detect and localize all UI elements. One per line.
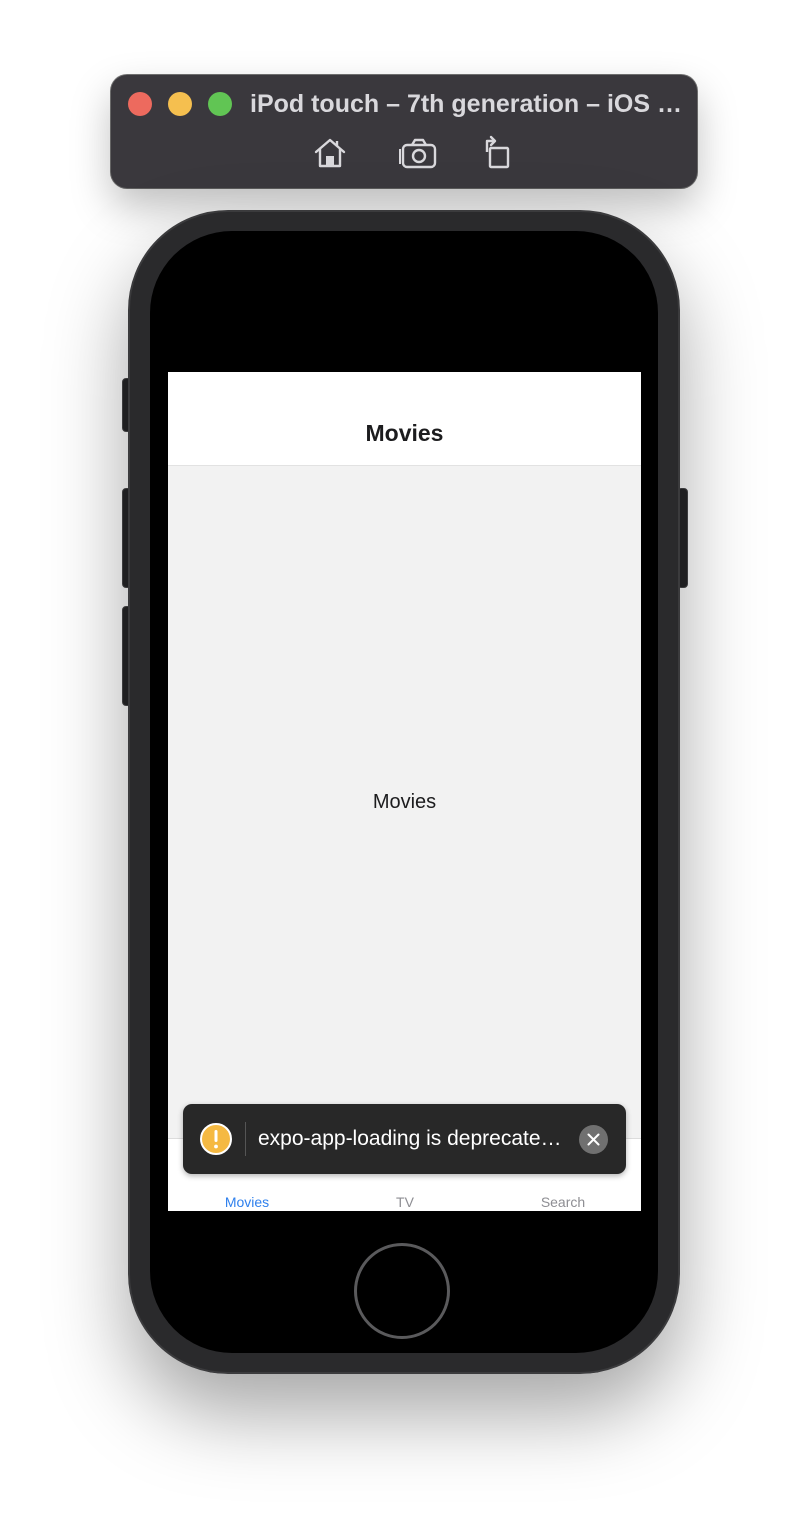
screenshot-button[interactable]: [399, 135, 439, 171]
page-title: Movies: [365, 420, 444, 446]
device-home-button[interactable]: [354, 1243, 450, 1339]
rotate-icon: [485, 135, 510, 169]
home-icon: [314, 138, 346, 168]
home-button-toolbar[interactable]: [310, 135, 350, 171]
screen-content-text: Movies: [372, 791, 437, 813]
toast-message: expo-app-loading is deprecated in favor …: [258, 1127, 573, 1150]
close-window-button[interactable]: [128, 92, 152, 116]
tab-movies-label: Movies: [224, 1194, 270, 1210]
stage: iPod touch – 7th generation – iOS 15.2 M…: [0, 0, 808, 1524]
rotate-button[interactable]: [477, 135, 517, 171]
simulator-title: iPod touch – 7th generation – iOS 15.2: [250, 90, 690, 118]
simulator-window: iPod touch – 7th generation – iOS 15.2: [111, 75, 697, 188]
zoom-window-button[interactable]: [208, 92, 232, 116]
app-screen: Movies Movies Movies TV Search: [168, 372, 641, 1211]
screenshot-icon: [399, 138, 437, 169]
close-icon[interactable]: [579, 1125, 608, 1154]
tab-search-label: Search: [540, 1194, 586, 1210]
toast-divider: [245, 1122, 246, 1156]
tab-tv-label: TV: [396, 1194, 414, 1210]
navigation-header: Movies: [168, 372, 641, 466]
warning-icon: [200, 1123, 232, 1155]
minimize-window-button[interactable]: [168, 92, 192, 116]
warning-toast[interactable]: expo-app-loading is deprecated in favor …: [183, 1104, 626, 1174]
